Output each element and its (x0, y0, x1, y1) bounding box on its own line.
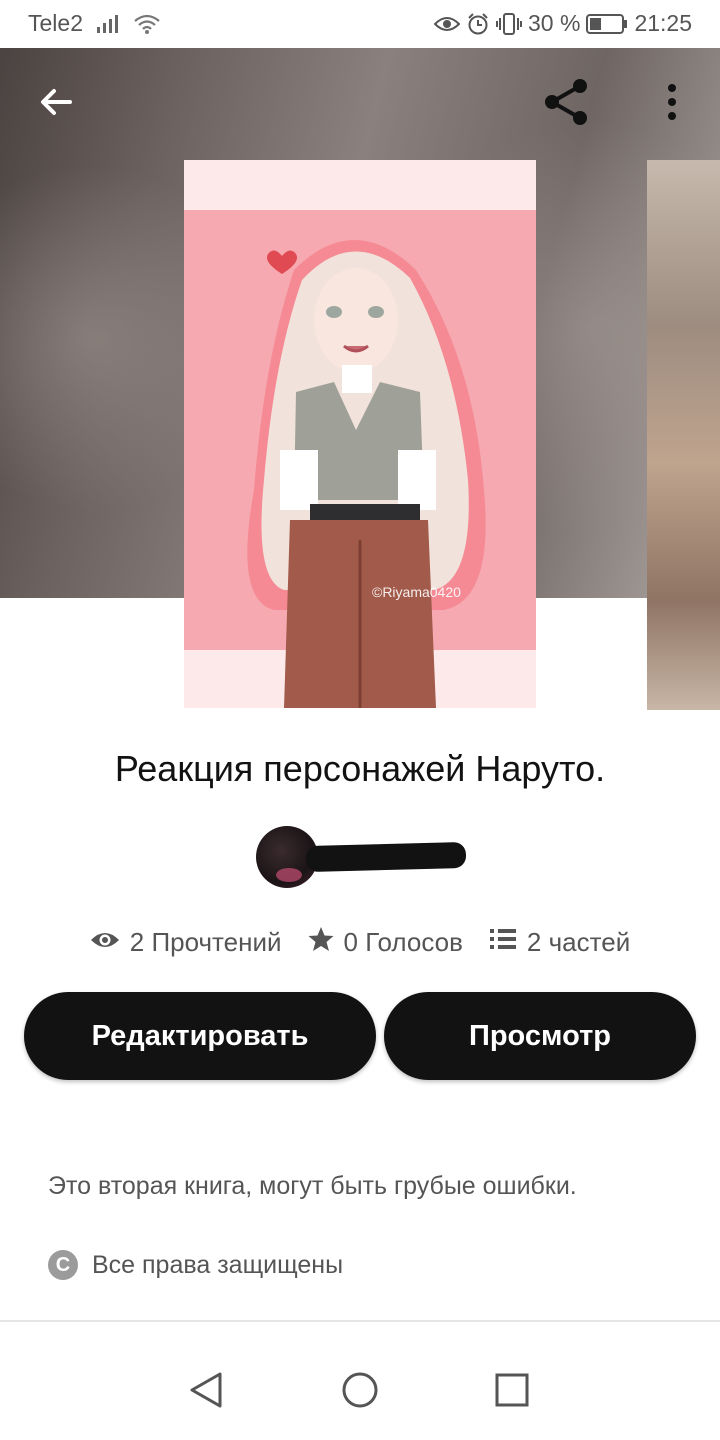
status-right: 30 % 21:25 (434, 10, 692, 37)
avatar-detail (276, 868, 302, 882)
story-description: Это вторая книга, могут быть грубые ошиб… (48, 1172, 577, 1200)
next-cover-preview[interactable] (647, 160, 720, 710)
system-nav-bar (0, 1322, 720, 1440)
more-vertical-icon (666, 82, 678, 127)
eye-icon (90, 927, 120, 958)
battery-percent: 30 % (528, 10, 581, 36)
star-icon (308, 926, 334, 959)
stat-votes: 0 Голосов (308, 926, 463, 959)
eye-icon (434, 14, 460, 34)
battery-icon (586, 13, 628, 35)
nav-home-button[interactable] (330, 1362, 390, 1422)
copyright-icon: C (48, 1250, 78, 1280)
stat-reads: 2 Прочтений (90, 927, 282, 958)
vibrate-icon (496, 12, 522, 36)
arrow-left-icon (36, 82, 76, 127)
square-recents-icon (495, 1373, 529, 1412)
back-button[interactable] (28, 76, 84, 132)
list-icon (489, 927, 517, 958)
votes-count: 0 Голосов (343, 927, 463, 957)
alarm-icon (466, 12, 490, 36)
author-name-redacted (305, 841, 467, 873)
nav-recents-button[interactable] (482, 1362, 542, 1422)
author-profile[interactable] (256, 826, 468, 890)
wifi-icon (133, 13, 161, 35)
reads-count: 2 Прочтений (129, 927, 282, 957)
signal-icon (95, 13, 121, 35)
stat-parts: 2 частей (489, 927, 630, 958)
triangle-back-icon (188, 1370, 224, 1415)
status-bar: Tele2 30 % 21:25 (0, 0, 720, 48)
carrier-name: Tele2 (28, 10, 83, 36)
more-options-button[interactable] (644, 76, 700, 132)
story-title: Реакция персонажей Наруто. (114, 748, 606, 789)
cover-illustration (184, 160, 536, 708)
copyright-text: Все права защищены (92, 1250, 344, 1279)
view-button[interactable]: Просмотр (384, 992, 696, 1080)
share-icon (540, 76, 592, 133)
clock: 21:25 (634, 10, 692, 36)
edit-button[interactable]: Редактировать (24, 992, 376, 1080)
nav-back-button[interactable] (176, 1362, 236, 1422)
share-button[interactable] (538, 76, 594, 132)
circle-home-icon (341, 1371, 379, 1414)
copyright-line: C Все права защищены (48, 1250, 343, 1280)
book-cover[interactable]: ©Riyama0420 (184, 160, 536, 708)
status-left: Tele2 (28, 10, 161, 37)
parts-count: 2 частей (526, 927, 631, 957)
story-stats: 2 Прочтений 0 Голосов 2 частей (0, 926, 720, 959)
cover-watermark: ©Riyama0420 (372, 584, 461, 600)
